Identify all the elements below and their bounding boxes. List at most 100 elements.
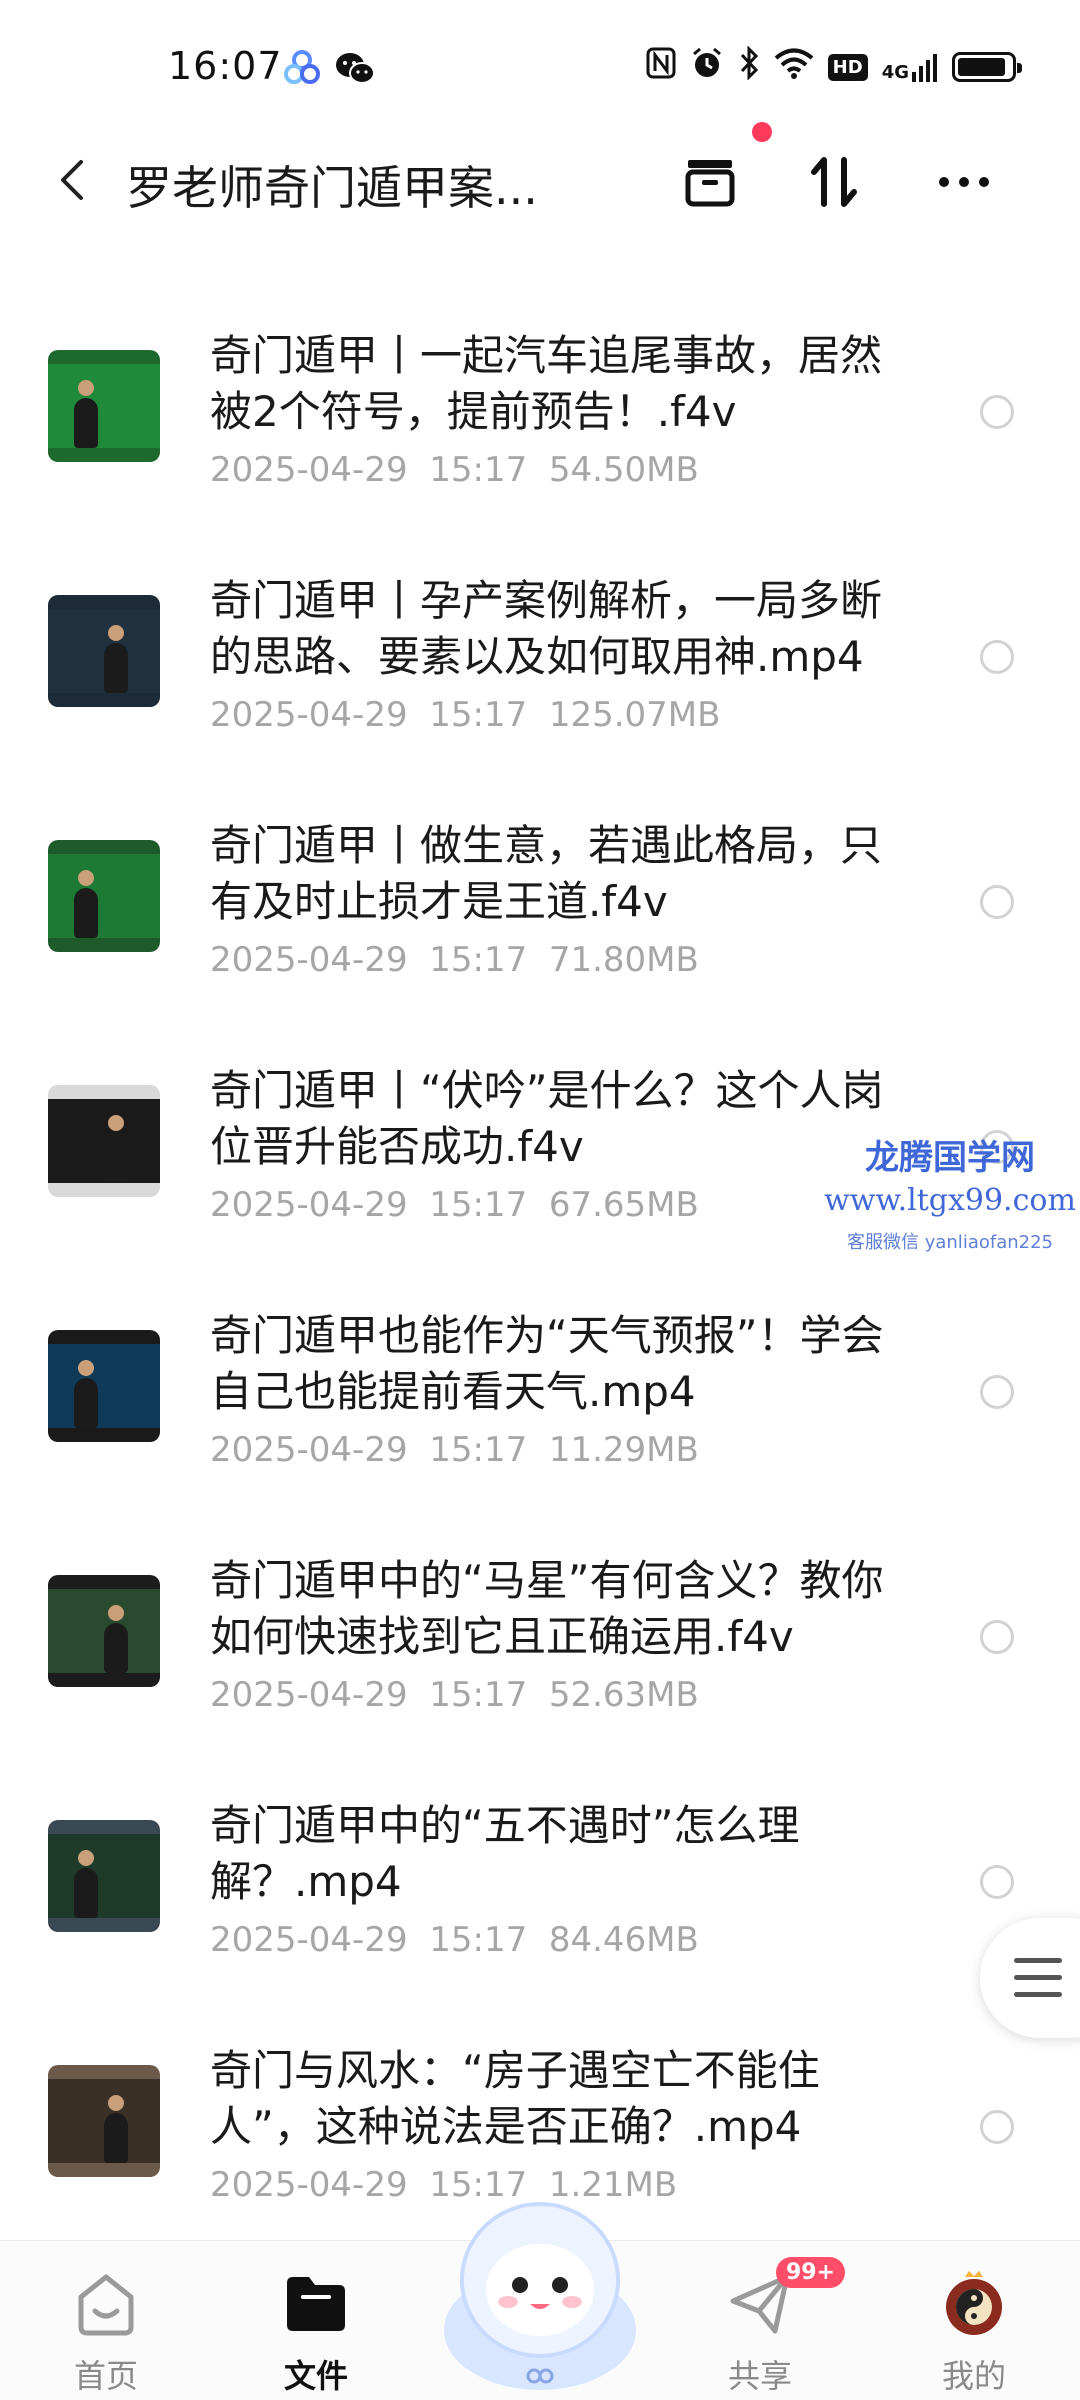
video-thumbnail — [48, 595, 160, 707]
battery-icon — [952, 52, 1022, 82]
wifi-icon — [774, 47, 814, 87]
select-checkbox[interactable] — [980, 1865, 1014, 1899]
select-checkbox[interactable] — [980, 640, 1014, 674]
file-meta: 2025-04-29 15:17 67.65MB — [210, 1185, 699, 1225]
watermark-brand: 龙腾国学网 — [865, 1138, 1035, 1178]
file-list: 奇门遁甲丨一起汽车追尾事故，居然被2个符号，提前预告！.f4v 2025-04-2… — [0, 290, 1080, 2250]
nav-share-label: 共享 — [727, 2357, 792, 2395]
video-thumbnail — [48, 1330, 160, 1442]
mascot-icon — [444, 2202, 636, 2390]
select-checkbox[interactable] — [980, 1620, 1014, 1654]
file-title: 奇门遁甲丨一起汽车追尾事故，居然被2个符号，提前预告！.f4v — [210, 331, 883, 436]
nav-me[interactable]: 我的 — [904, 2259, 1044, 2399]
file-meta: 2025-04-29 15:17 52.63MB — [210, 1675, 699, 1715]
avatar-icon — [946, 2271, 1002, 2335]
file-date: 2025-04-29 — [210, 940, 408, 980]
file-date: 2025-04-29 — [210, 450, 408, 490]
file-time: 15:17 — [429, 695, 528, 735]
file-size: 11.29MB — [548, 1430, 699, 1470]
wechat-icon — [334, 48, 375, 88]
hd-icon: HD — [827, 53, 868, 81]
file-meta: 2025-04-29 15:17 11.29MB — [210, 1430, 699, 1470]
back-button[interactable] — [44, 152, 100, 208]
file-row[interactable]: 奇门遁甲中的“马星”有何含义？教你如何快速找到它且正确运用.f4v 2025-04… — [0, 1515, 1080, 1760]
nfc-icon — [646, 47, 676, 87]
back-icon — [61, 160, 83, 200]
file-time: 15:17 — [429, 1675, 528, 1715]
select-checkbox[interactable] — [980, 885, 1014, 919]
file-date: 2025-04-29 — [210, 1920, 408, 1960]
nav-files-label: 文件 — [283, 2357, 348, 2395]
select-checkbox[interactable] — [980, 395, 1014, 429]
file-date: 2025-04-29 — [210, 1430, 408, 1470]
file-row[interactable]: 奇门遁甲丨做生意，若遇此格局，只有及时止损才是王道.f4v 2025-04-29 … — [0, 780, 1080, 1025]
file-time: 15:17 — [429, 1920, 528, 1960]
file-meta: 2025-04-29 15:17 125.07MB — [210, 695, 720, 735]
file-time: 15:17 — [429, 1185, 528, 1225]
page-title: 罗老师奇门遁甲案... — [126, 161, 538, 215]
nav-files[interactable]: 文件 — [246, 2259, 386, 2399]
file-size: 52.63MB — [548, 1675, 699, 1715]
file-meta: 2025-04-29 15:17 54.50MB — [210, 450, 699, 490]
home-icon — [78, 2274, 134, 2336]
bluetooth-icon — [738, 45, 760, 88]
file-time: 15:17 — [429, 450, 528, 490]
file-size: 71.80MB — [548, 940, 699, 980]
select-checkbox[interactable] — [980, 1375, 1014, 1409]
file-title: 奇门遁甲丨“伏吟”是什么？这个人岗位晋升能否成功.f4v — [210, 1066, 884, 1171]
file-row[interactable]: 奇门遁甲丨孕产案例解析，一局多断的思路、要素以及如何取用神.mp4 2025-04… — [0, 535, 1080, 780]
menu-line — [1014, 1992, 1062, 1997]
file-size: 67.65MB — [548, 1185, 699, 1225]
file-meta: 2025-04-29 15:17 84.46MB — [210, 1920, 699, 1960]
battery-fill — [958, 58, 1005, 76]
nav-home-label: 首页 — [73, 2357, 138, 2395]
menu-line — [1014, 1975, 1062, 1980]
video-thumbnail — [48, 350, 160, 462]
watermark: 龙腾国学网 www.ltgx99.com 客服微信 yanliaofan225 — [820, 1130, 1080, 1254]
status-bar: 16:07 HD 4G — [0, 0, 1080, 130]
file-date: 2025-04-29 — [210, 695, 408, 735]
file-title: 奇门遁甲中的“五不遇时”怎么理解？.mp4 — [210, 1801, 800, 1906]
more-icon — [939, 177, 989, 187]
file-title: 奇门遁甲中的“马星”有何含义？教你如何快速找到它且正确运用.f4v — [210, 1556, 884, 1661]
nav-share[interactable]: 99+ 共享 — [690, 2257, 846, 2399]
file-date: 2025-04-29 — [210, 2165, 408, 2205]
file-date: 2025-04-29 — [210, 1675, 408, 1715]
video-thumbnail — [48, 1085, 160, 1197]
status-time: 16:07 — [168, 44, 283, 88]
menu-line — [1014, 1958, 1062, 1963]
more-button[interactable] — [930, 148, 998, 216]
file-size: 125.07MB — [548, 695, 721, 735]
file-row[interactable]: 奇门遁甲中的“五不遇时”怎么理解？.mp4 2025-04-29 15:17 84… — [0, 1760, 1080, 2005]
video-thumbnail — [48, 1575, 160, 1687]
file-title: 奇门与风水：“房子遇空亡不能住人”，这种说法是否正确？.mp4 — [210, 2046, 820, 2151]
share-badge: 99+ — [776, 2257, 846, 2288]
header: 罗老师奇门遁甲案... — [0, 130, 1080, 230]
watermark-url: www.ltgx99.com — [824, 1183, 1076, 1218]
app-logo-icon — [282, 48, 322, 88]
sort-icon — [811, 157, 857, 207]
folder-icon — [287, 2277, 345, 2331]
video-thumbnail — [48, 1820, 160, 1932]
nav-me-label: 我的 — [941, 2357, 1006, 2395]
status-indicators: HD 4G — [646, 45, 1022, 88]
notification-dot — [752, 122, 772, 142]
file-size: 54.50MB — [548, 450, 699, 490]
file-time: 15:17 — [429, 940, 528, 980]
sort-button[interactable] — [800, 148, 868, 216]
video-thumbnail — [48, 2065, 160, 2177]
file-meta: 2025-04-29 15:17 71.80MB — [210, 940, 699, 980]
assistant-mascot-button[interactable] — [430, 2180, 650, 2400]
file-title: 奇门遁甲丨做生意，若遇此格局，只有及时止损才是王道.f4v — [210, 821, 883, 926]
file-row[interactable]: 奇门遁甲丨一起汽车追尾事故，居然被2个符号，提前预告！.f4v 2025-04-2… — [0, 290, 1080, 535]
signal-icon: 4G — [882, 52, 938, 82]
file-row[interactable]: 奇门遁甲也能作为“天气预报”！学会自己也能提前看天气.mp4 2025-04-29… — [0, 1270, 1080, 1515]
nav-home[interactable]: 首页 — [36, 2259, 176, 2399]
network-label: 4G — [881, 62, 909, 83]
archive-button[interactable] — [676, 148, 744, 216]
alarm-icon — [690, 46, 724, 88]
file-time: 15:17 — [429, 1430, 528, 1470]
watermark-wechat: 客服微信 yanliaofan225 — [847, 1232, 1053, 1253]
select-checkbox[interactable] — [980, 2110, 1014, 2144]
file-size: 84.46MB — [548, 1920, 699, 1960]
